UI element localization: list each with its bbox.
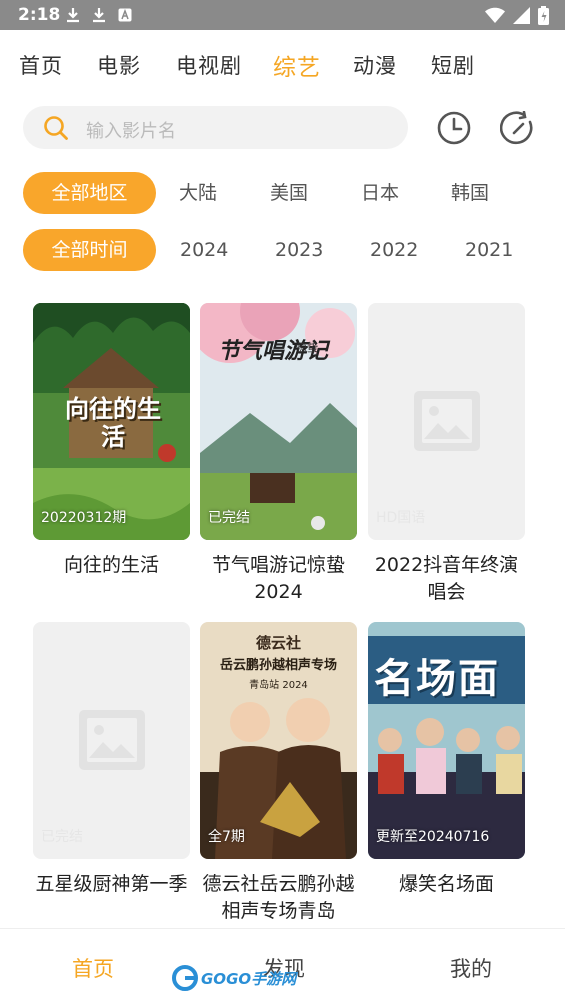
status-time: 2:18: [18, 5, 61, 25]
video-title: 向往的生活: [63, 554, 159, 576]
history-icon[interactable]: [437, 111, 471, 145]
year-filter: 全部时间 2024 2023 2022 2021: [0, 229, 565, 271]
status-badge: 已完结: [41, 829, 83, 845]
poster-image[interactable]: 向往的生活 20220312期: [33, 303, 190, 540]
filter-year-2022[interactable]: 2022: [370, 229, 418, 271]
watermark-text: GOGO手游网: [201, 969, 297, 988]
video-card[interactable]: 已完结 五星级厨神第一季: [33, 622, 190, 898]
status-bar: 2:18: [0, 0, 565, 30]
category-tabs: 首页 电影 电视剧 综艺 动漫 短剧: [0, 50, 565, 90]
video-card[interactable]: 名场面 更新至20240716 爆笑名场面: [368, 622, 525, 898]
quality-badge: HD国语: [376, 510, 426, 526]
poster-line3: 青岛站 2024: [249, 680, 308, 691]
watermark: GOGO手游网: [172, 965, 296, 991]
video-card[interactable]: 向往的生活 20220312期 向往的生活: [33, 303, 190, 579]
tab-variety[interactable]: 综艺: [273, 48, 321, 82]
bottom-tab-me[interactable]: 我的: [450, 953, 492, 983]
video-card[interactable]: HD国语 2022抖音年终演唱会: [368, 303, 525, 606]
poster-placeholder[interactable]: 已完结: [33, 622, 190, 859]
poster-placeholder[interactable]: HD国语: [368, 303, 525, 540]
signal-icon: [513, 7, 530, 24]
region-filter: 全部地区 大陆 美国 日本 韩国: [0, 172, 565, 214]
gogo-logo-icon: [172, 965, 198, 991]
poster-text: 向往的生活: [65, 395, 161, 451]
filter-region-all[interactable]: 全部地区: [23, 172, 156, 214]
filter-region-korea[interactable]: 韩国: [451, 172, 489, 214]
image-placeholder-icon: [414, 391, 480, 451]
status-notification-icons: [66, 7, 132, 23]
update-badge: 更新至20240716: [376, 829, 490, 845]
search-icon: [44, 116, 68, 140]
refresh-icon[interactable]: [500, 111, 536, 145]
episode-badge: 20220312期: [41, 510, 127, 526]
video-title: 节气唱游记惊蛰2024: [211, 554, 345, 603]
filter-year-2024[interactable]: 2024: [180, 229, 228, 271]
poster-subtext: 惊蛰: [296, 341, 318, 354]
poster-image[interactable]: 德云社 岳云鹏孙越相声专场 青岛站 2024 全7期: [200, 622, 357, 859]
filter-year-all[interactable]: 全部时间: [23, 229, 156, 271]
tab-short-drama[interactable]: 短剧: [431, 50, 475, 80]
status-badge: 已完结: [208, 510, 250, 526]
poster-top-text: 德云社: [255, 634, 301, 652]
search-bar[interactable]: 输入影片名: [23, 106, 408, 149]
video-title: 爆笑名场面: [398, 873, 494, 895]
wifi-icon: [485, 7, 505, 23]
bottom-tab-home[interactable]: 首页: [72, 953, 114, 983]
poster-text: 名场面: [374, 656, 500, 702]
poster-text: 节气唱游记: [218, 339, 329, 364]
episode-badge: 全7期: [208, 829, 245, 845]
image-placeholder-icon: [79, 710, 145, 770]
filter-region-japan[interactable]: 日本: [361, 172, 399, 214]
video-title: 2022抖音年终演唱会: [374, 554, 519, 603]
poster-image[interactable]: 节气唱游记 惊蛰 已完结: [200, 303, 357, 540]
app-a-icon: [118, 8, 132, 22]
video-title: 五星级厨神第一季: [35, 873, 188, 895]
filter-year-2023[interactable]: 2023: [275, 229, 323, 271]
status-system-icons: [485, 6, 549, 25]
filter-year-2021[interactable]: 2021: [465, 229, 513, 271]
poster-line2: 岳云鹏孙越相声专场: [219, 658, 337, 673]
tab-tv-series[interactable]: 电视剧: [176, 50, 242, 80]
tab-anime[interactable]: 动漫: [353, 50, 397, 80]
search-placeholder: 输入影片名: [86, 121, 176, 142]
download-icon: [93, 8, 105, 23]
video-card[interactable]: 德云社 岳云鹏孙越相声专场 青岛站 2024 全7期 德云社岳云鹏孙越相声专场青…: [200, 622, 357, 925]
tab-home[interactable]: 首页: [19, 50, 63, 80]
download-icon: [67, 8, 79, 23]
video-card[interactable]: 节气唱游记 惊蛰 已完结 节气唱游记惊蛰2024: [200, 303, 357, 606]
battery-icon: [538, 6, 549, 25]
video-title: 德云社岳云鹏孙越相声专场青岛: [202, 873, 355, 922]
filter-region-usa[interactable]: 美国: [270, 172, 308, 214]
filter-region-mainland[interactable]: 大陆: [179, 172, 217, 214]
poster-image[interactable]: 名场面 更新至20240716: [368, 622, 525, 859]
tab-movies[interactable]: 电影: [97, 50, 141, 80]
